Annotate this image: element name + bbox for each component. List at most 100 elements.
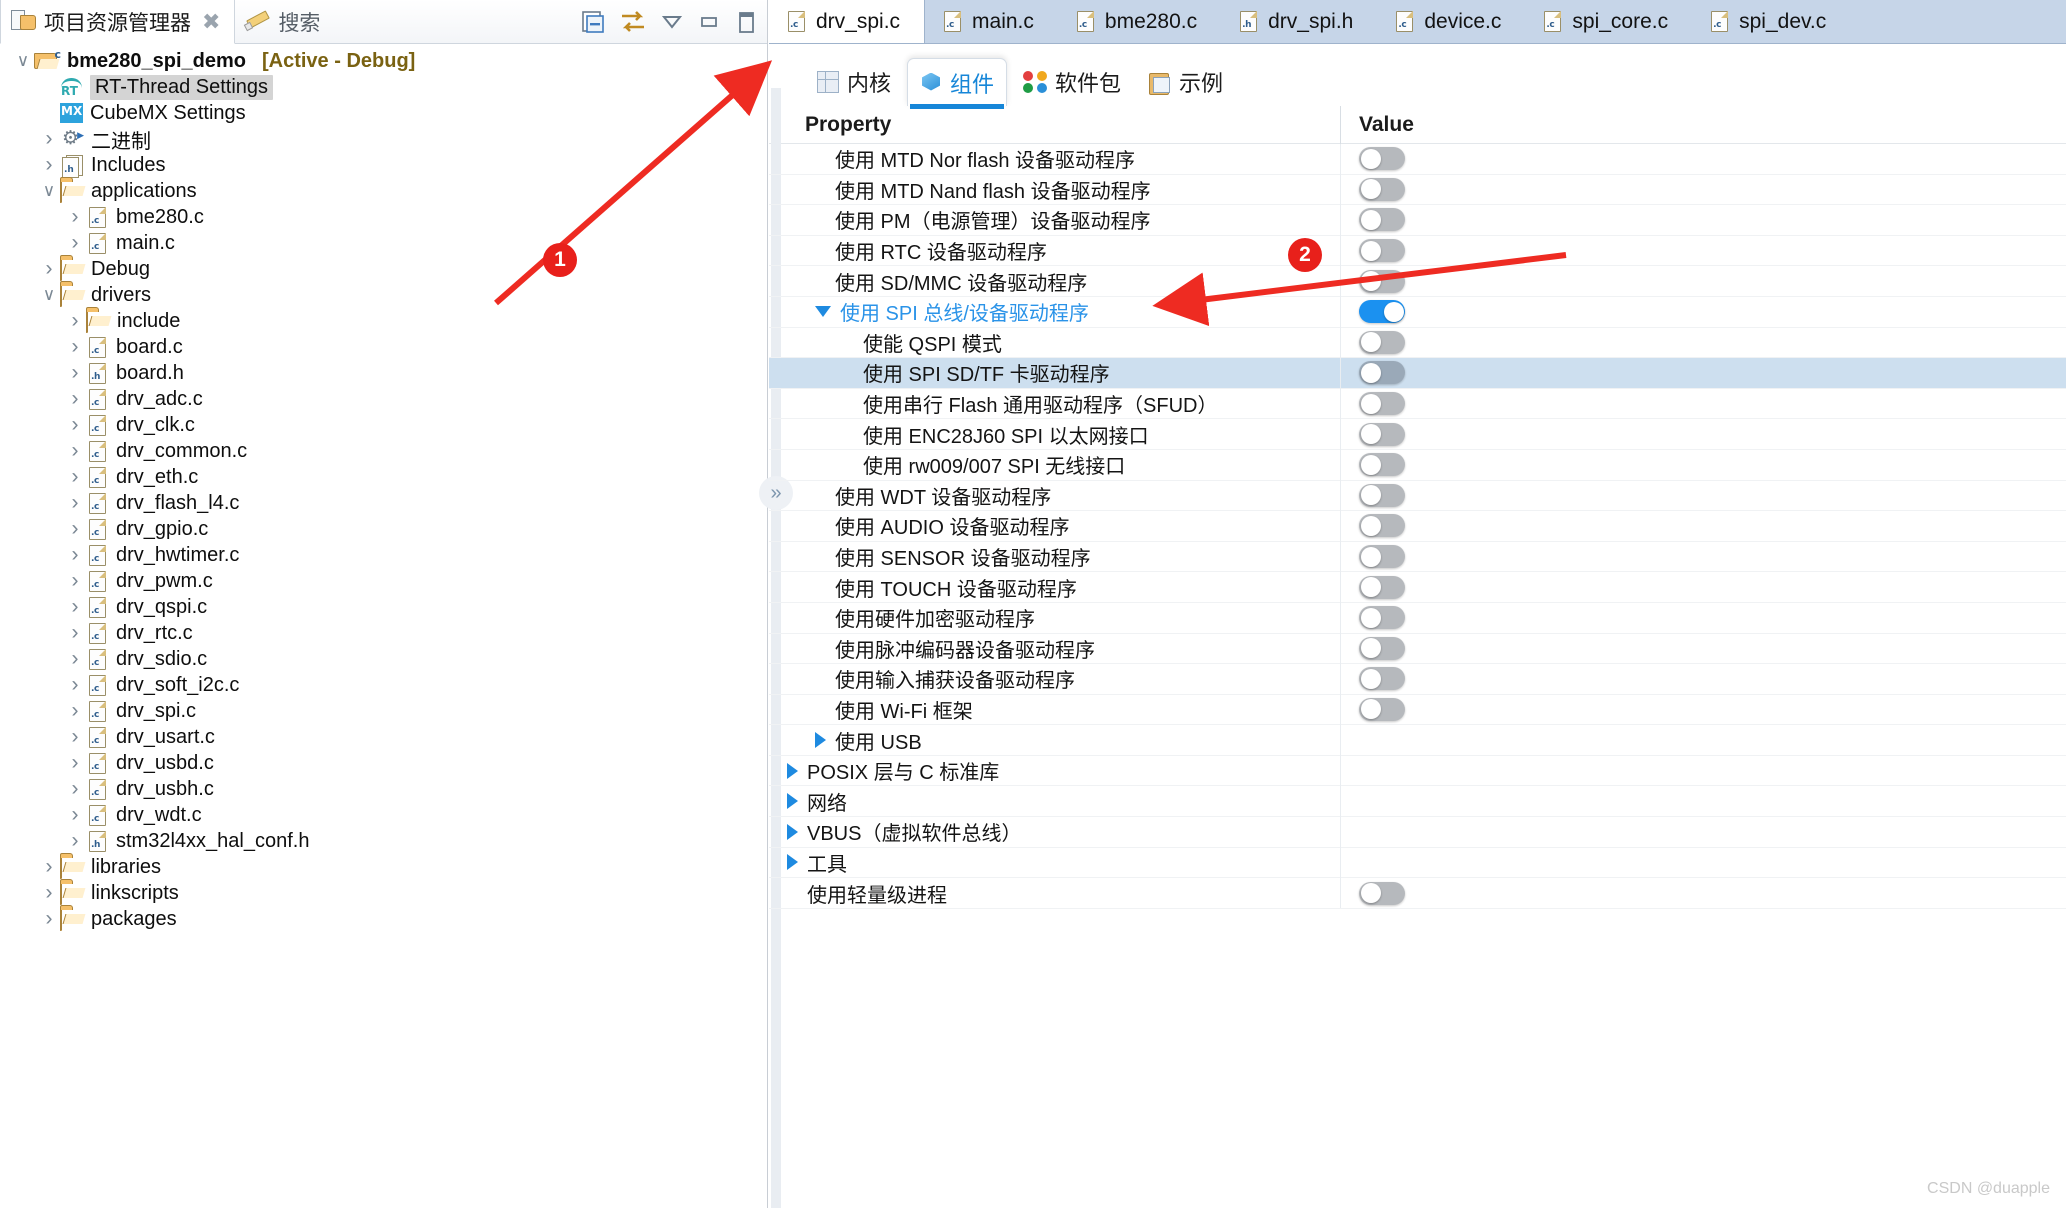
close-icon[interactable]: ✖	[202, 10, 220, 33]
table-row[interactable]: 使能 QSPI 模式	[769, 327, 2066, 359]
toggle-switch[interactable]	[1359, 636, 1405, 660]
chevron-right-icon[interactable]	[64, 803, 86, 827]
chevron-right-icon[interactable]	[64, 413, 86, 437]
toggle-switch[interactable]	[1359, 330, 1405, 354]
chevron-right-icon[interactable]	[38, 127, 60, 151]
chevron-right-icon[interactable]	[38, 907, 60, 931]
table-row[interactable]: 使用输入捕获设备驱动程序	[769, 663, 2066, 695]
chevron-right-icon[interactable]	[787, 762, 798, 779]
toggle-switch[interactable]	[1359, 483, 1405, 507]
toggle-switch[interactable]	[1359, 422, 1405, 446]
chevron-right-icon[interactable]	[38, 881, 60, 905]
tree-row[interactable]: .c drv_pwm.c	[0, 568, 767, 594]
toggle-switch[interactable]	[1359, 545, 1405, 569]
tree-row[interactable]: MX CubeMX Settings	[0, 100, 767, 126]
tree-row[interactable]: .c drv_adc.c	[0, 386, 767, 412]
toggle-switch[interactable]	[1359, 453, 1405, 477]
minimize-icon[interactable]	[696, 9, 722, 35]
tree-row[interactable]: .c drv_common.c	[0, 438, 767, 464]
tree-row[interactable]: .h stm32l4xx_hal_conf.h	[0, 828, 767, 854]
tree-row[interactable]: drivers	[0, 282, 767, 308]
toggle-switch[interactable]	[1359, 147, 1405, 171]
chevron-right-icon[interactable]	[64, 647, 86, 671]
chevron-right-icon[interactable]	[64, 777, 86, 801]
tree-row[interactable]: .c drv_usart.c	[0, 724, 767, 750]
tree-row[interactable]: .c main.c	[0, 230, 767, 256]
tree-row[interactable]: libraries	[0, 854, 767, 880]
table-row[interactable]: POSIX 层与 C 标准库	[769, 755, 2066, 787]
collapse-all-icon[interactable]	[579, 8, 607, 36]
chevron-right-icon[interactable]	[64, 829, 86, 853]
tree-row[interactable]: .c drv_gpio.c	[0, 516, 767, 542]
chevron-right-icon[interactable]	[64, 231, 86, 255]
table-row[interactable]: 使用 AUDIO 设备驱动程序	[769, 510, 2066, 542]
toggle-switch[interactable]	[1359, 177, 1405, 201]
tree-row[interactable]: .c drv_qspi.c	[0, 594, 767, 620]
chevron-right-icon[interactable]	[64, 361, 86, 385]
chevron-right-icon[interactable]	[787, 854, 798, 871]
chevron-right-icon[interactable]	[64, 725, 86, 749]
chevron-right-icon[interactable]	[64, 569, 86, 593]
toggle-switch[interactable]	[1359, 667, 1405, 691]
editor-tab-spi_core-c[interactable]: .c spi_core.c	[1525, 0, 1692, 43]
table-row[interactable]: 使用 Wi-Fi 框架	[769, 694, 2066, 726]
toggle-switch[interactable]	[1359, 361, 1405, 385]
tree-row[interactable]: .c drv_sdio.c	[0, 646, 767, 672]
toggle-switch[interactable]	[1359, 697, 1405, 721]
property-table[interactable]: 使用 MTD Nor flash 设备驱动程序 使用 MTD Nand flash…	[769, 143, 2066, 909]
table-row[interactable]: 使用 TOUCH 设备驱动程序	[769, 571, 2066, 603]
tree-row[interactable]: .c drv_spi.c	[0, 698, 767, 724]
tree-row[interactable]: .c drv_soft_i2c.c	[0, 672, 767, 698]
tree-row[interactable]: .c drv_flash_l4.c	[0, 490, 767, 516]
editor-tab-bme280-c[interactable]: .c bme280.c	[1058, 0, 1221, 43]
chevron-right-icon[interactable]	[38, 153, 60, 177]
tree-row[interactable]: packages	[0, 906, 767, 932]
tree-row[interactable]: linkscripts	[0, 880, 767, 906]
chevron-right-icon[interactable]	[64, 517, 86, 541]
table-row[interactable]: 使用 MTD Nor flash 设备驱动程序	[769, 143, 2066, 175]
config-tab-component-cube[interactable]: 组件	[907, 58, 1008, 109]
chevron-right-icon[interactable]	[64, 309, 86, 333]
chevron-right-icon[interactable]	[38, 855, 60, 879]
tree-row[interactable]: .c drv_eth.c	[0, 464, 767, 490]
table-row[interactable]: 网络	[769, 785, 2066, 818]
toggle-switch[interactable]	[1359, 208, 1405, 232]
chevron-down-icon[interactable]	[12, 51, 34, 71]
table-row[interactable]: VBUS（虚拟软件总线）	[769, 816, 2066, 848]
table-row[interactable]: 使用 SPI 总线/设备驱动程序	[769, 296, 2066, 328]
table-row[interactable]: 使用 RTC 设备驱动程序	[769, 235, 2066, 267]
chevron-right-icon[interactable]	[787, 793, 798, 810]
table-row[interactable]: 使用 USB	[769, 724, 2066, 756]
chevron-right-icon[interactable]	[64, 699, 86, 723]
toggle-switch[interactable]	[1359, 239, 1405, 263]
view-tab-search[interactable]: 搜索	[235, 0, 334, 43]
view-tab-project-explorer[interactable]: 项目资源管理器 ✖	[0, 0, 236, 44]
toggle-switch[interactable]	[1359, 269, 1405, 293]
chevron-down-icon[interactable]	[38, 285, 60, 305]
table-row[interactable]: 使用串行 Flash 通用驱动程序（SFUD）	[769, 388, 2066, 420]
tree-row[interactable]: c bme280_spi_demo [Active - Debug]	[0, 48, 767, 74]
tree-row[interactable]: .h board.h	[0, 360, 767, 386]
chevron-right-icon[interactable]	[64, 673, 86, 697]
link-with-editor-icon[interactable]	[618, 8, 648, 36]
chevron-right-icon[interactable]	[64, 621, 86, 645]
editor-tab-device-c[interactable]: .c device.c	[1377, 0, 1525, 43]
table-row[interactable]: 使用 PM（电源管理）设备驱动程序	[769, 204, 2066, 236]
tree-row[interactable]: applications	[0, 178, 767, 204]
table-row[interactable]: 工具	[769, 847, 2066, 879]
table-row[interactable]: 使用 ENC28J60 SPI 以太网接口	[769, 418, 2066, 450]
chevron-right-icon[interactable]	[64, 491, 86, 515]
maximize-icon[interactable]	[733, 9, 759, 35]
tree-row[interactable]: .c drv_wdt.c	[0, 802, 767, 828]
tree-row[interactable]: .c drv_usbh.c	[0, 776, 767, 802]
chevron-down-icon[interactable]	[38, 181, 60, 201]
chevron-right-icon[interactable]	[64, 543, 86, 567]
editor-tab-spi_dev-c[interactable]: .c spi_dev.c	[1692, 0, 1850, 43]
table-row[interactable]: 使用脉冲编码器设备驱动程序	[769, 633, 2066, 665]
table-row[interactable]: 使用 MTD Nand flash 设备驱动程序	[769, 174, 2066, 206]
toggle-switch[interactable]	[1359, 514, 1405, 538]
chevron-right-icon[interactable]	[38, 257, 60, 281]
table-row[interactable]: 使用硬件加密驱动程序	[769, 602, 2066, 634]
tree-row[interactable]: include	[0, 308, 767, 334]
tree-row[interactable]: .c drv_hwtimer.c	[0, 542, 767, 568]
